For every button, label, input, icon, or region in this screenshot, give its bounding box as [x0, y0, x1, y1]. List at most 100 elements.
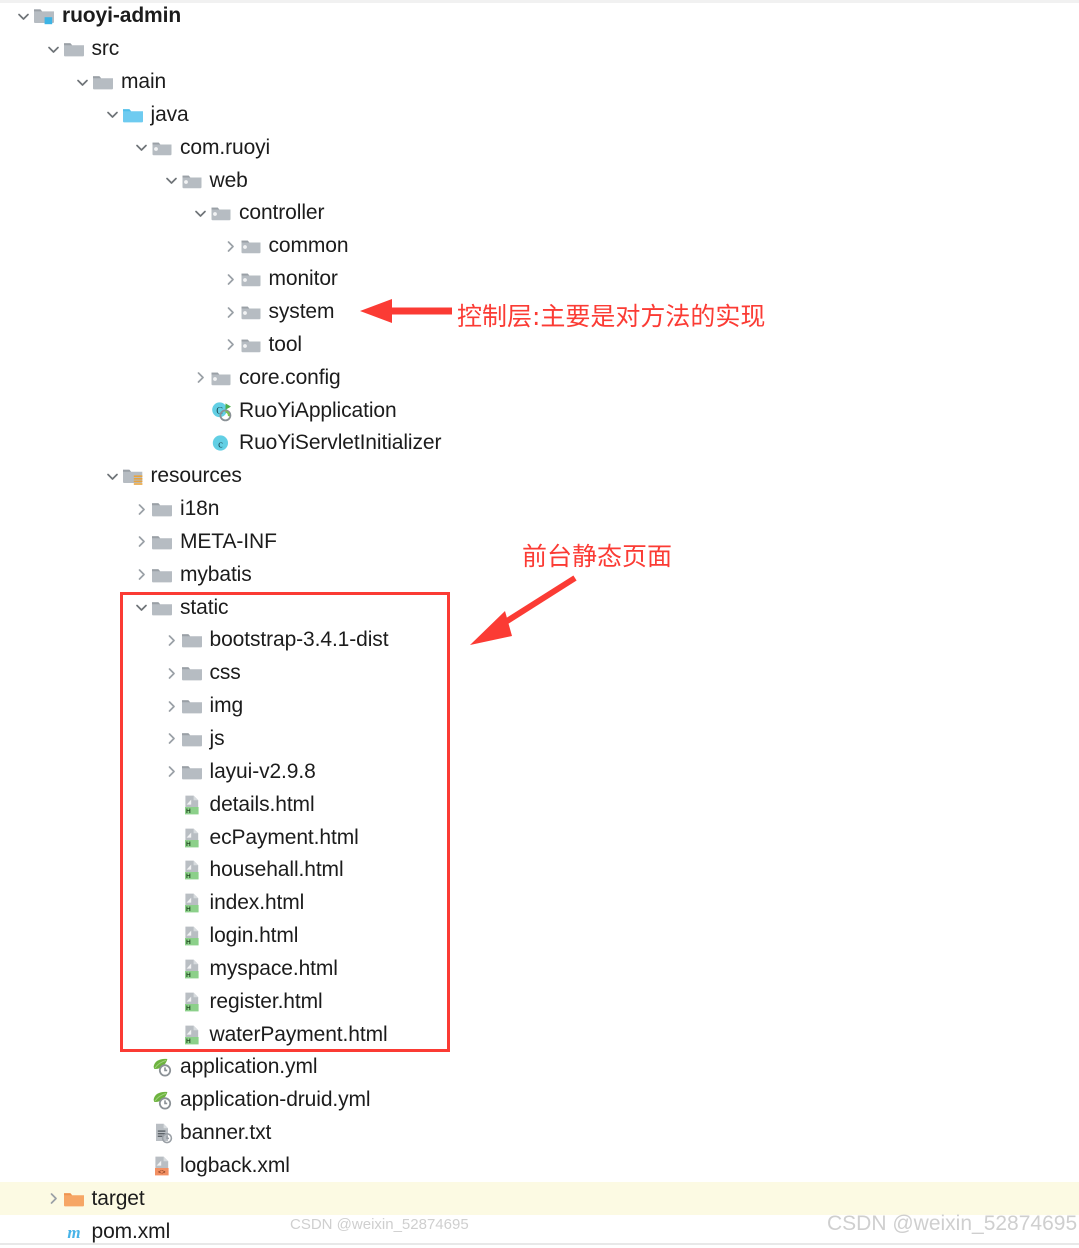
tree-row[interactable]: HecPayment.html: [0, 821, 1079, 854]
tree-row[interactable]: resources: [0, 460, 1079, 493]
package-icon: [240, 301, 262, 323]
chevron-right-icon[interactable]: [221, 335, 240, 354]
package-icon: [240, 334, 262, 356]
tree-row[interactable]: Hdetails.html: [0, 788, 1079, 821]
tree-row[interactable]: controller: [0, 197, 1079, 230]
chevron-right-icon[interactable]: [162, 762, 181, 781]
tree-row-label: main: [121, 70, 167, 94]
tree-row-label: META-INF: [180, 529, 277, 553]
html-file-icon: H: [181, 892, 203, 914]
chevron-right-icon[interactable]: [162, 697, 181, 716]
tree-row[interactable]: core.config: [0, 361, 1079, 394]
watermark-inline: CSDN @weixin_52874695: [290, 1216, 469, 1233]
tree-row[interactable]: application.yml: [0, 1051, 1079, 1084]
tree-row[interactable]: java: [0, 99, 1079, 132]
tree-row[interactable]: layui-v2.9.8: [0, 755, 1079, 788]
resources-root-folder-icon: [122, 465, 144, 487]
chevron-down-icon[interactable]: [14, 7, 33, 26]
tree-row[interactable]: Hindex.html: [0, 887, 1079, 920]
package-icon: [151, 137, 173, 159]
tree-row[interactable]: web: [0, 164, 1079, 197]
svg-text:H: H: [186, 1005, 191, 1012]
tree-row[interactable]: c RuoYiServletInitializer: [0, 427, 1079, 460]
chevron-down-icon[interactable]: [73, 73, 92, 92]
tree-row-label: mybatis: [180, 562, 252, 586]
tree-row[interactable]: bootstrap-3.4.1-dist: [0, 624, 1079, 657]
maven-pom-icon: m: [63, 1221, 85, 1243]
tree-row-label: pom.xml: [91, 1219, 171, 1243]
chevron-right-icon[interactable]: [221, 237, 240, 256]
tree-row[interactable]: application-druid.yml: [0, 1084, 1079, 1117]
spring-boot-class-icon: C: [210, 400, 232, 422]
tree-row-label: bootstrap-3.4.1-dist: [209, 628, 389, 652]
annotation-frontend-static-pages: 前台静态页面: [522, 542, 673, 571]
tree-row[interactable]: tool: [0, 328, 1079, 361]
tree-row[interactable]: HwaterPayment.html: [0, 1018, 1079, 1051]
tree-row[interactable]: common: [0, 230, 1079, 263]
tree-row[interactable]: i18n: [0, 493, 1079, 526]
chevron-down-icon[interactable]: [132, 598, 151, 617]
tree-row[interactable]: img: [0, 690, 1079, 723]
svg-text:<>: <>: [158, 1169, 166, 1176]
tree-row-label: application-druid.yml: [180, 1088, 371, 1112]
tree-row-label: application.yml: [180, 1055, 318, 1079]
svg-text:H: H: [186, 841, 191, 848]
tree-row[interactable]: Hhousehall.html: [0, 854, 1079, 887]
chevron-right-icon[interactable]: [221, 270, 240, 289]
tree-row-label: index.html: [209, 891, 305, 915]
tree-row-label: controller: [239, 201, 325, 225]
chevron-down-icon[interactable]: [103, 105, 122, 124]
tree-row[interactable]: com.ruoyi: [0, 131, 1079, 164]
tree-row-label: css: [209, 661, 241, 685]
chevron-right-icon[interactable]: [191, 368, 210, 387]
chevron-down-icon[interactable]: [191, 204, 210, 223]
tree-row-label: layui-v2.9.8: [209, 759, 316, 783]
tree-row[interactable]: main: [0, 66, 1079, 99]
tree-row[interactable]: <> logback.xml: [0, 1150, 1079, 1183]
tree-row[interactable]: Hmyspace.html: [0, 952, 1079, 985]
svg-text:H: H: [186, 1038, 191, 1045]
chevron-down-icon[interactable]: [44, 40, 63, 59]
chevron-down-icon[interactable]: [132, 138, 151, 157]
package-icon: [210, 367, 232, 389]
tree-row[interactable]: target: [0, 1182, 1079, 1216]
tree-row-label: com.ruoyi: [180, 135, 271, 159]
chevron-down-icon[interactable]: [162, 171, 181, 190]
package-icon: [240, 235, 262, 257]
tree-row-label: ruoyi-admin: [62, 4, 182, 28]
project-tree[interactable]: ruoyi-admin src main java com.ruoyi web contro…: [0, 0, 1079, 1248]
tree-row[interactable]: css: [0, 657, 1079, 690]
chevron-right-icon[interactable]: [44, 1189, 63, 1208]
chevron-right-icon[interactable]: [132, 532, 151, 551]
chevron-right-icon[interactable]: [221, 303, 240, 322]
tree-row-label: src: [91, 37, 120, 61]
folder-icon: [181, 662, 203, 684]
tree-row-label: RuoYiApplication: [239, 398, 397, 422]
tree-row-label: logback.xml: [180, 1153, 290, 1177]
tree-row[interactable]: banner.txt: [0, 1117, 1079, 1150]
tree-row[interactable]: ruoyi-admin: [0, 0, 1079, 33]
chevron-down-icon[interactable]: [103, 467, 122, 486]
tree-row[interactable]: Hregister.html: [0, 985, 1079, 1018]
folder-icon: [151, 597, 173, 619]
chevron-right-icon[interactable]: [162, 729, 181, 748]
tree-row-label: js: [209, 726, 225, 750]
xml-file-icon: <>: [151, 1155, 173, 1177]
tree-row-label: resources: [150, 464, 242, 488]
chevron-right-icon[interactable]: [162, 631, 181, 650]
tree-row-label: ecPayment.html: [209, 825, 359, 849]
tree-row-label: static: [180, 595, 229, 619]
watermark-corner: CSDN @weixin_52874695: [827, 1212, 1078, 1235]
folder-icon: [151, 564, 173, 586]
tree-row[interactable]: monitor: [0, 263, 1079, 296]
tree-row[interactable]: src: [0, 33, 1079, 66]
tree-row[interactable]: C RuoYiApplication: [0, 394, 1079, 427]
source-root-folder-icon: [122, 104, 144, 126]
chevron-right-icon[interactable]: [132, 565, 151, 584]
tree-row[interactable]: static: [0, 591, 1079, 624]
tree-row[interactable]: js: [0, 723, 1079, 756]
chevron-right-icon[interactable]: [132, 500, 151, 519]
tree-row-label: login.html: [209, 924, 299, 948]
tree-row[interactable]: Hlogin.html: [0, 920, 1079, 953]
chevron-right-icon[interactable]: [162, 664, 181, 683]
